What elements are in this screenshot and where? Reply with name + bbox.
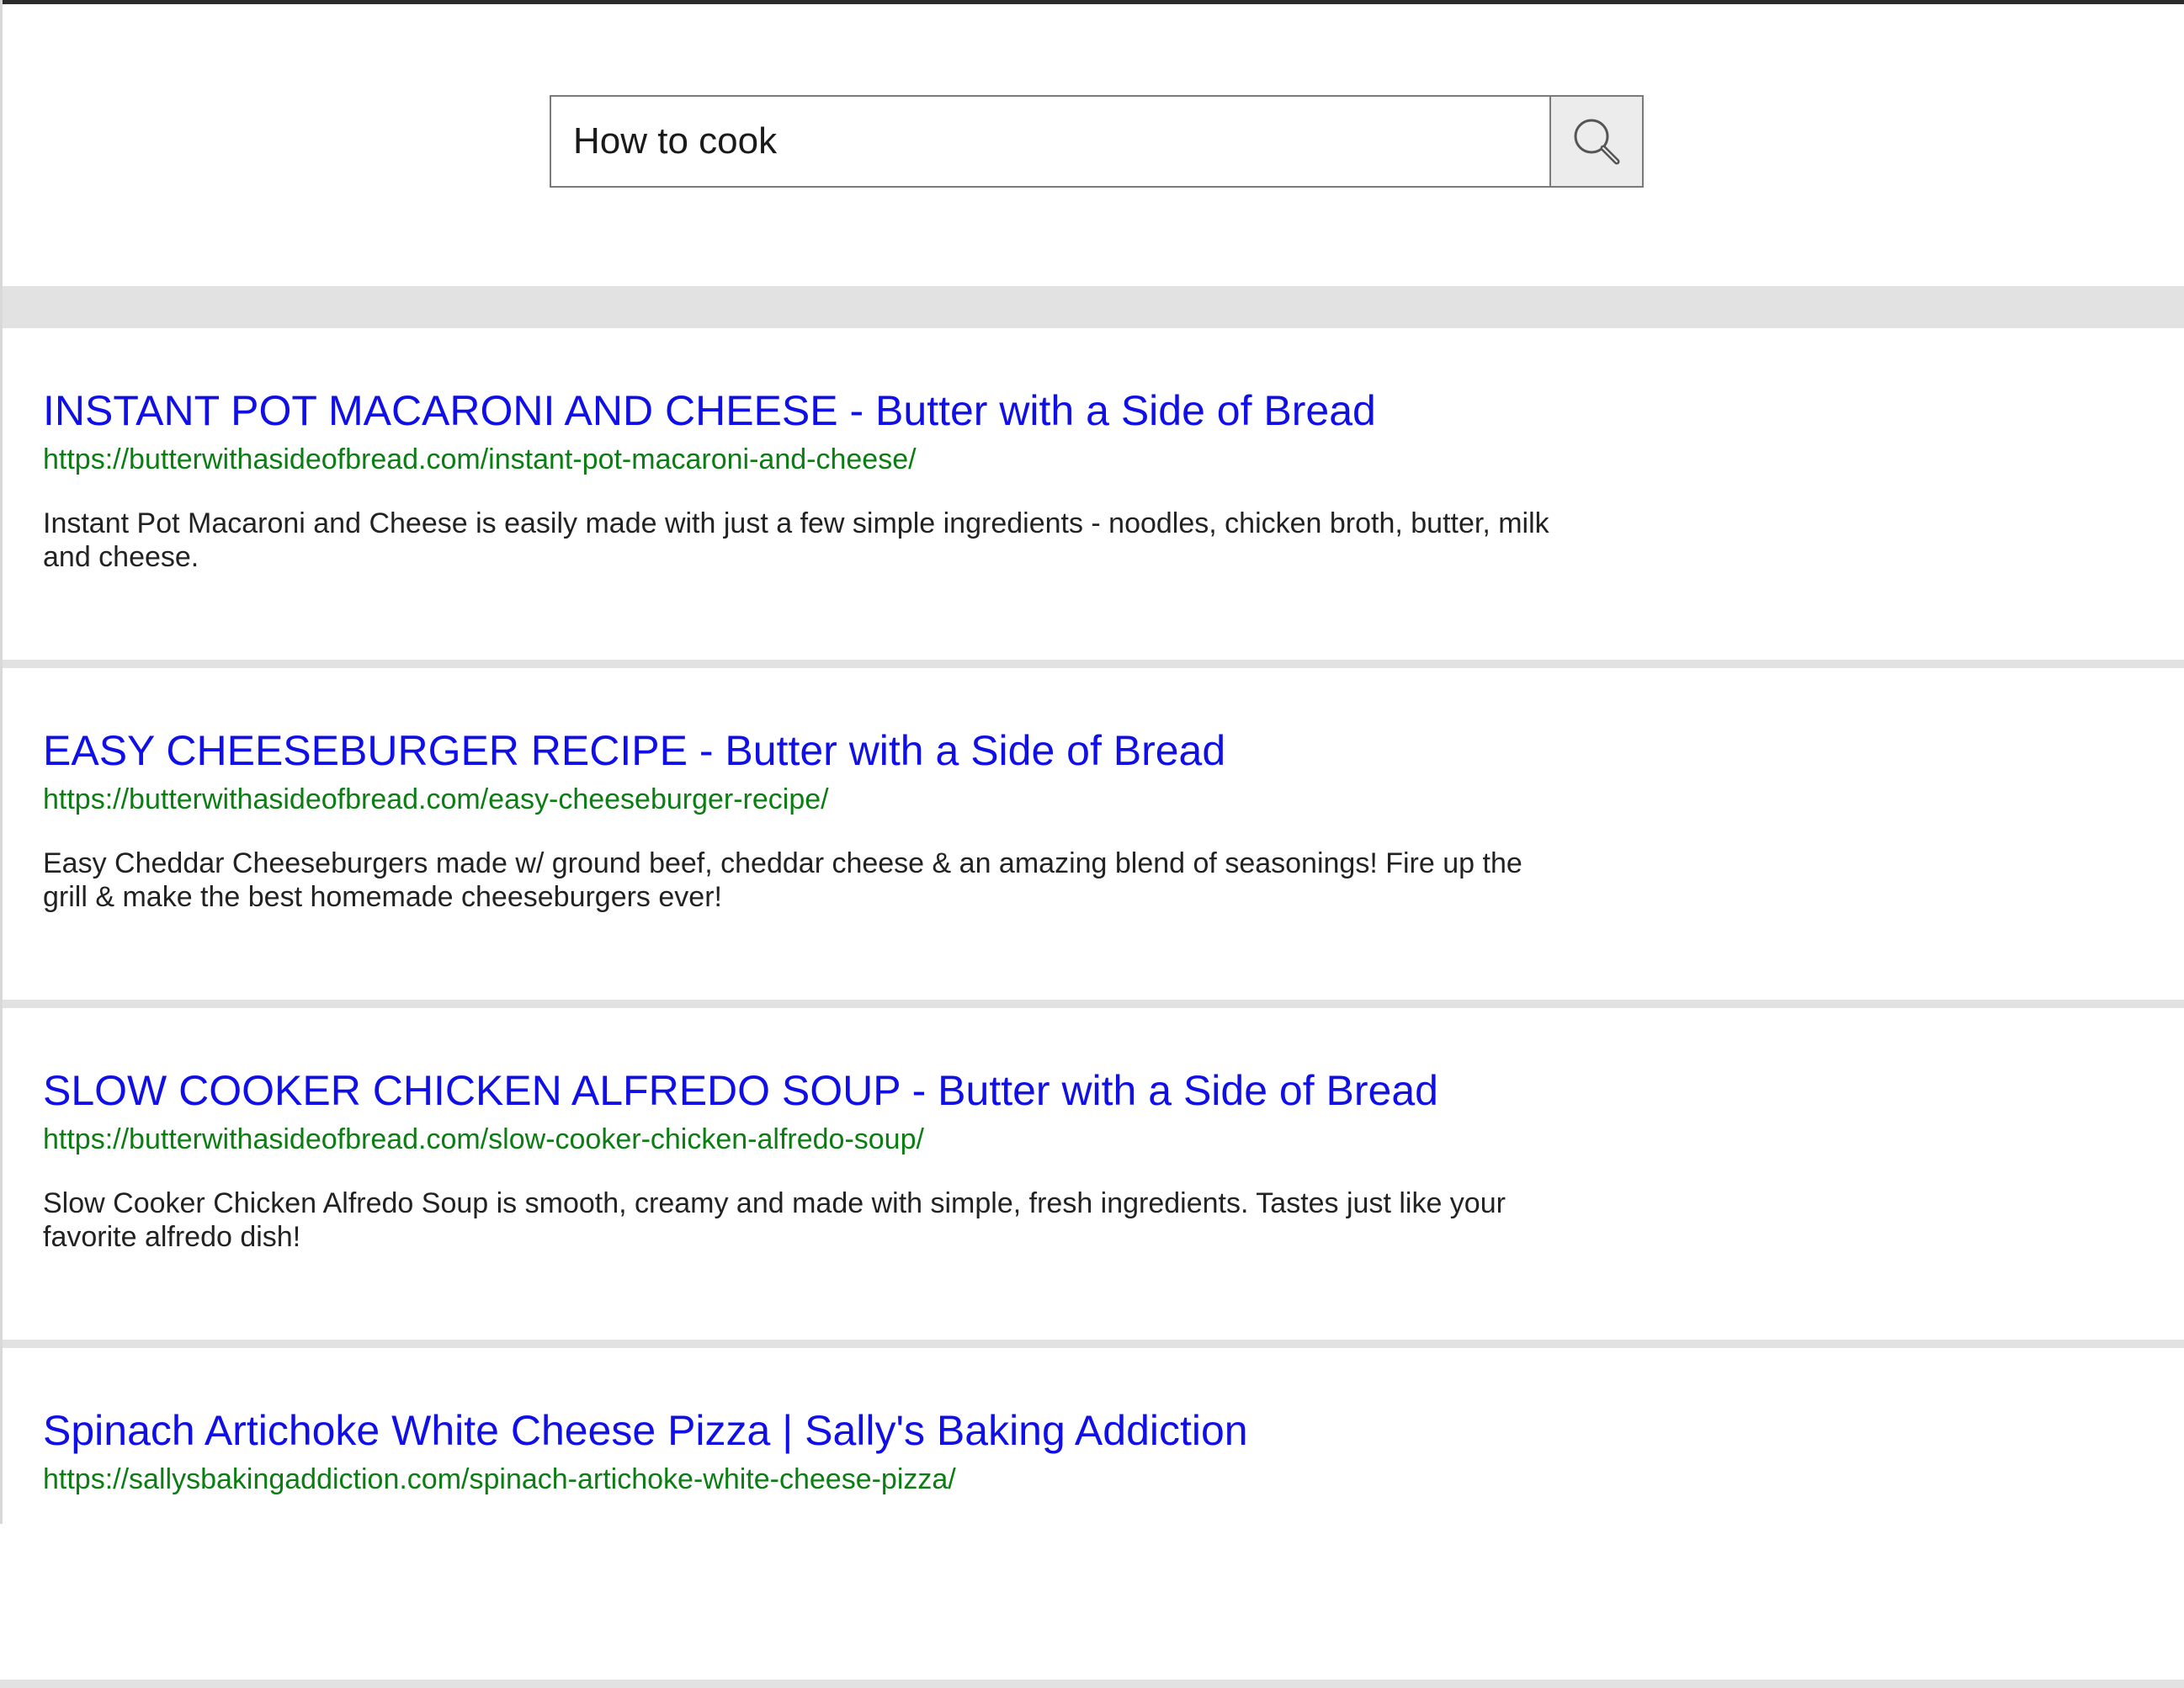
result-title-link[interactable]: Spinach Artichoke White Cheese Pizza | S… <box>43 1405 2184 1456</box>
search-bar <box>550 95 1644 188</box>
header-divider <box>0 286 2184 328</box>
result-item: INSTANT POT MACARONI AND CHEESE - Butter… <box>0 328 2184 668</box>
result-snippet: Instant Pot Macaroni and Cheese is easil… <box>43 507 1549 573</box>
result-snippet: Easy Cheddar Cheeseburgers made w/ groun… <box>43 847 1522 913</box>
result-item: Spinach Artichoke White Cheese Pizza | S… <box>0 1348 2184 1688</box>
result-url[interactable]: https://butterwithasideofbread.com/slow-… <box>43 1123 2184 1156</box>
result-item: SLOW COOKER CHICKEN ALFREDO SOUP - Butte… <box>0 1008 2184 1348</box>
result-url[interactable]: https://sallysbakingaddiction.com/spinac… <box>43 1462 2184 1496</box>
result-title-link[interactable]: EASY CHEESEBURGER RECIPE - Butter with a… <box>43 725 2184 776</box>
result-item: EASY CHEESEBURGER RECIPE - Butter with a… <box>0 668 2184 1008</box>
search-button[interactable] <box>1549 97 1642 186</box>
search-icon <box>1574 119 1620 165</box>
search-input[interactable] <box>551 97 1549 186</box>
result-title-link[interactable]: SLOW COOKER CHICKEN ALFREDO SOUP - Butte… <box>43 1065 2184 1116</box>
result-title-link[interactable]: INSTANT POT MACARONI AND CHEESE - Butter… <box>43 385 2184 436</box>
result-url[interactable]: https://butterwithasideofbread.com/insta… <box>43 443 2184 476</box>
search-results: INSTANT POT MACARONI AND CHEESE - Butter… <box>0 328 2184 1688</box>
result-snippet: Slow Cooker Chicken Alfredo Soup is smoo… <box>43 1187 1506 1253</box>
result-url[interactable]: https://butterwithasideofbread.com/easy-… <box>43 783 2184 816</box>
search-header <box>0 4 2184 286</box>
window-left-border <box>0 0 3 1524</box>
